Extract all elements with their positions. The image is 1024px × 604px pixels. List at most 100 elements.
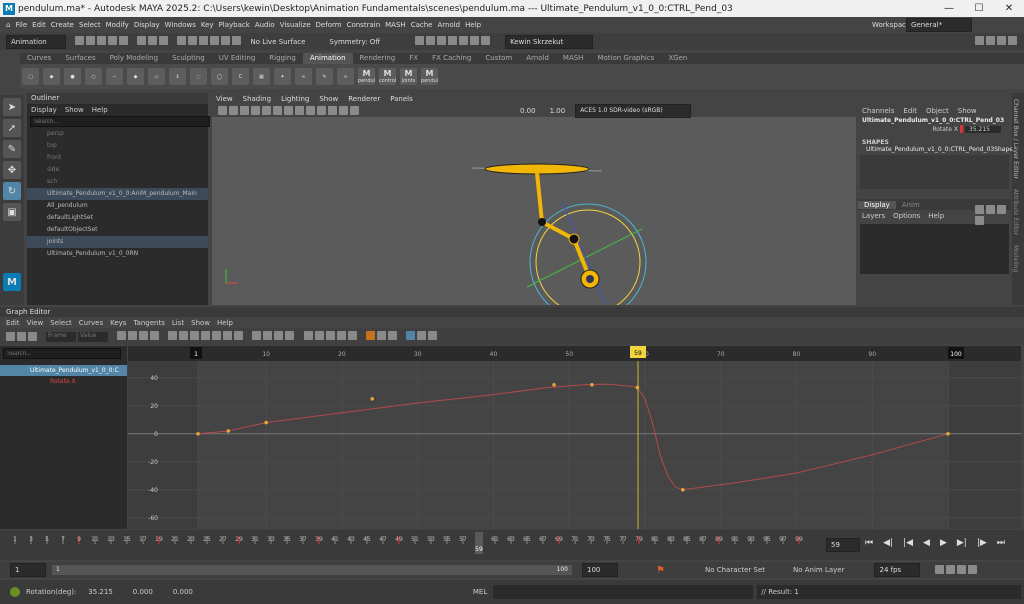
keyframe[interactable] bbox=[370, 397, 375, 401]
attribute-editor-icon[interactable] bbox=[986, 36, 995, 45]
animation-end-field[interactable]: 100 bbox=[582, 563, 618, 577]
shelf-tab-rendering[interactable]: Rendering bbox=[353, 53, 403, 64]
layer-tab-anim[interactable]: Anim bbox=[896, 201, 926, 209]
shelf-tab-surfaces[interactable]: Surfaces bbox=[58, 53, 102, 64]
exposure-field[interactable]: 0.00 bbox=[520, 107, 536, 115]
channel-menu-object[interactable]: Object bbox=[926, 107, 949, 115]
viewport-menu-panels[interactable]: Panels bbox=[390, 95, 413, 103]
save-scene-icon[interactable] bbox=[97, 36, 106, 45]
spline-tangent-icon[interactable] bbox=[179, 331, 189, 340]
custom-pendul2-button[interactable]: Mpendul bbox=[421, 68, 438, 85]
preferences-icon[interactable] bbox=[968, 564, 978, 574]
keyframe[interactable] bbox=[635, 385, 640, 390]
symmetry-label[interactable]: Symmetry: Off bbox=[329, 38, 380, 46]
shelf-tab-animation[interactable]: Animation bbox=[302, 53, 353, 64]
snap-view-icon[interactable] bbox=[210, 36, 220, 45]
buffer-curve-icon[interactable] bbox=[303, 331, 313, 340]
absolute-view-icon[interactable] bbox=[417, 331, 427, 340]
time-slider-ruler[interactable]: 1 3 5 7 9 11 13 15 17 19 21 23 25 27 29 31 33 35 37 39 41 43 4… bbox=[10, 530, 830, 560]
wireframe-icon[interactable] bbox=[284, 106, 293, 115]
shelf-tab-sculpting[interactable]: Sculpting bbox=[165, 53, 212, 64]
move-key-icon[interactable] bbox=[6, 332, 15, 341]
go-to-end-icon[interactable]: ⏭ bbox=[997, 538, 1005, 548]
joint-2[interactable] bbox=[568, 233, 580, 245]
render-view-icon[interactable] bbox=[459, 36, 469, 45]
snap-grid-icon[interactable] bbox=[177, 36, 187, 45]
auto-key-icon[interactable]: ⚑ bbox=[656, 565, 665, 576]
layer-up-icon[interactable] bbox=[975, 205, 985, 214]
wire-icon[interactable]: ≈ bbox=[295, 68, 312, 85]
outliner-item-pendulum-rn[interactable]: Ultimate_Pendulum_v1_0_0RN bbox=[27, 248, 208, 260]
menu-deform[interactable]: Deform bbox=[316, 21, 342, 29]
select-tool-icon[interactable]: ➤ bbox=[3, 98, 21, 116]
step-tangent-icon[interactable] bbox=[223, 331, 233, 340]
select-component-icon[interactable] bbox=[159, 36, 169, 45]
play-backward-icon[interactable]: ◀ bbox=[923, 538, 930, 548]
keyframe[interactable] bbox=[681, 488, 685, 492]
normalize-icon[interactable] bbox=[336, 331, 346, 340]
script-editor-icon[interactable] bbox=[10, 587, 20, 597]
outliner-item-default-object-set[interactable]: defaultObjectSet bbox=[27, 224, 208, 236]
shelf-tab-poly-modeling[interactable]: Poly Modeling bbox=[103, 53, 165, 64]
shelf-tab-arnold[interactable]: Arnold bbox=[519, 53, 556, 64]
bind-skin-icon[interactable]: ◯ bbox=[211, 68, 228, 85]
time-snap-icon[interactable] bbox=[376, 331, 386, 340]
frame-selection-icon[interactable] bbox=[128, 331, 137, 340]
grid-icon[interactable] bbox=[262, 106, 271, 115]
menu-key[interactable]: Key bbox=[201, 21, 214, 29]
viewport-menu-lighting[interactable]: Lighting bbox=[281, 95, 309, 103]
menu-edit[interactable]: Edit bbox=[32, 21, 46, 29]
outliner-item-top[interactable]: top bbox=[27, 140, 208, 152]
color-space-dropdown[interactable]: ACES 1.0 SDR-video (sRGB) bbox=[575, 103, 692, 118]
outliner-item-all-pendulum[interactable]: All_pendulum bbox=[27, 200, 208, 212]
frame-playback-icon[interactable] bbox=[139, 331, 148, 340]
swap-buffer-icon[interactable] bbox=[314, 331, 324, 340]
custom-joints-button[interactable]: Mjoints bbox=[400, 68, 417, 85]
go-to-start-icon[interactable]: ⏮ bbox=[865, 538, 873, 548]
fps-dropdown[interactable]: 24 fps bbox=[874, 563, 921, 577]
menu-cache[interactable]: Cache bbox=[411, 21, 433, 29]
gamma-field[interactable]: 1.00 bbox=[550, 107, 566, 115]
sound-icon[interactable] bbox=[946, 564, 956, 574]
playback-prefs-icon[interactable] bbox=[957, 564, 967, 574]
ge-menu-view[interactable]: View bbox=[27, 319, 44, 327]
ik-handle-icon[interactable]: ↕ bbox=[169, 68, 186, 85]
keyframe[interactable] bbox=[590, 383, 594, 387]
outliner-item-default-light-set[interactable]: defaultLightSet bbox=[27, 212, 208, 224]
layer-menu-help[interactable]: Help bbox=[928, 212, 944, 220]
film-gate-icon[interactable] bbox=[273, 106, 282, 115]
menu-audio[interactable]: Audio bbox=[255, 21, 275, 29]
keyframe[interactable] bbox=[552, 383, 556, 387]
graph-area[interactable]: 102030405060708090 40200-20-40-60 1 100 … bbox=[128, 346, 1021, 529]
shelf-tab-mash[interactable]: MASH bbox=[556, 53, 591, 64]
snap-curve-icon[interactable] bbox=[188, 36, 198, 45]
shelf-tab-fx-caching[interactable]: FX Caching bbox=[425, 53, 478, 64]
free-weight-icon[interactable] bbox=[274, 331, 284, 340]
rotation-gizmo-outer[interactable] bbox=[529, 203, 647, 305]
pendulum-top-disc[interactable] bbox=[484, 163, 590, 175]
snap-keys-icon[interactable] bbox=[365, 331, 375, 340]
rotate-x-value-field[interactable]: 35.215 bbox=[965, 125, 1001, 133]
keyframe[interactable] bbox=[196, 432, 200, 436]
lattice-icon[interactable]: ▦ bbox=[253, 68, 270, 85]
custom-control-button[interactable]: Mcontrol bbox=[379, 68, 396, 85]
custom-pendul-button[interactable]: Mpendul bbox=[358, 68, 375, 85]
modeling-toolkit-icon[interactable] bbox=[975, 36, 984, 45]
menu-set-dropdown[interactable]: Animation bbox=[6, 34, 66, 49]
joint-tool-icon[interactable]: ◌ bbox=[190, 68, 207, 85]
shelf-tab-uv-editing[interactable]: UV Editing bbox=[212, 53, 263, 64]
maya-home-icon[interactable]: M bbox=[3, 273, 21, 291]
flat-tangent-icon[interactable] bbox=[212, 331, 222, 340]
render-frame-icon[interactable] bbox=[415, 36, 425, 45]
new-layer-selected-icon[interactable] bbox=[975, 216, 985, 225]
shelf-tab-fx[interactable]: FX bbox=[402, 53, 425, 64]
lasso-tool-icon[interactable]: ➚ bbox=[3, 119, 21, 137]
center-current-icon[interactable] bbox=[150, 331, 159, 340]
plateau-tangent-icon[interactable] bbox=[234, 331, 244, 340]
menu-playback[interactable]: Playback bbox=[219, 21, 250, 29]
live-surface-label[interactable]: No Live Surface bbox=[250, 38, 305, 46]
select-object-icon[interactable] bbox=[148, 36, 158, 45]
step-back-frame-icon[interactable]: |◀ bbox=[903, 538, 913, 548]
snap-surface-icon[interactable] bbox=[221, 36, 231, 45]
ge-menu-tangents[interactable]: Tangents bbox=[133, 319, 164, 327]
